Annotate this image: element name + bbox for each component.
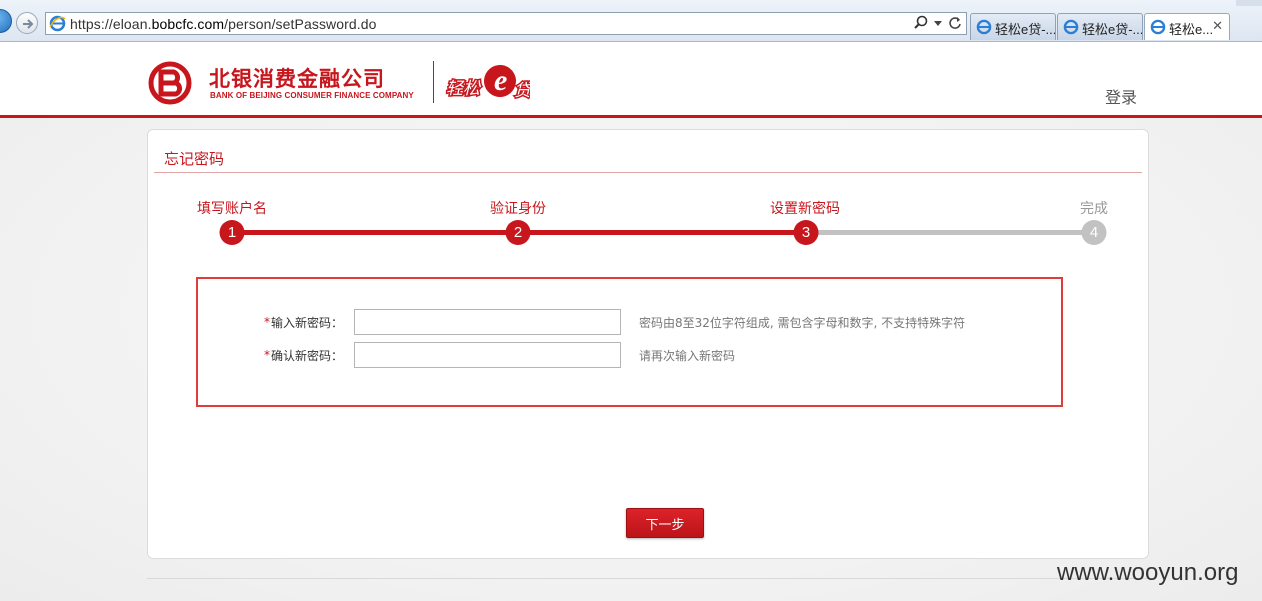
new-password-row: * 输入新密码： 密码由8至32位字符组成, 需包含字母和数字, 不支持特殊字符 [198, 309, 1058, 335]
company-name-en: BANK OF BEIJING CONSUMER FINANCE COMPANY [210, 91, 414, 100]
step-label-3: 设置新密码 [770, 201, 840, 217]
browser-tab-1[interactable]: 轻松e贷-... [970, 13, 1056, 40]
required-mark: * [264, 315, 270, 329]
progress-track-todo [810, 230, 1094, 235]
tab-title: 轻松e... [1169, 22, 1214, 37]
address-bar[interactable]: https://eloan.bobcfc.com/person/setPassw… [45, 12, 967, 35]
confirm-password-hint: 请再次输入新密码 [639, 349, 736, 363]
url-text: https://eloan.bobcfc.com/person/setPassw… [70, 16, 377, 32]
browser-tab-2[interactable]: 轻松e贷-... [1057, 13, 1143, 40]
ie-tab-icon [1063, 19, 1079, 35]
tab-title: 轻松e贷-... [1082, 22, 1143, 37]
search-icon[interactable] [913, 15, 928, 30]
logo-divider [433, 61, 434, 103]
step-number-3: 3 [793, 220, 819, 245]
step-number-4: 4 [1081, 220, 1107, 245]
new-password-hint: 密码由8至32位字符组成, 需包含字母和数字, 不支持特殊字符 [639, 316, 966, 330]
bob-logo-icon [148, 61, 192, 105]
step-label-1: 填写账户名 [197, 201, 267, 217]
back-button[interactable] [0, 9, 12, 33]
browser-toolbar: https://eloan.bobcfc.com/person/setPassw… [0, 0, 1262, 42]
confirm-password-row: * 确认新密码： 请再次输入新密码 [198, 342, 1058, 368]
step-label-2: 验证身份 [490, 201, 546, 217]
footer-rule [147, 578, 1149, 579]
dropdown-caret-icon[interactable] [934, 19, 942, 27]
tab-title: 轻松e贷-... [995, 22, 1056, 37]
forward-arrow-icon [23, 19, 34, 29]
refresh-icon[interactable] [948, 16, 962, 30]
ie-tab-icon [976, 19, 992, 35]
svg-text:e: e [494, 64, 507, 97]
progress-steps: 填写账户名 1 验证身份 2 设置新密码 3 完成 4 [148, 190, 1148, 250]
brand-text-qingsong: 轻松 [446, 79, 482, 99]
close-tab-icon[interactable]: ✕ [1212, 18, 1223, 34]
window-frame-corner [1236, 0, 1262, 6]
forgot-password-card: 忘记密码 填写账户名 1 验证身份 2 设置新密码 3 完成 4 * 输入新密码… [147, 129, 1149, 559]
new-password-label: 输入新密码： [271, 316, 344, 330]
next-step-button[interactable]: 下一步 [626, 508, 704, 538]
confirm-password-label: 确认新密码： [271, 349, 344, 363]
new-password-input[interactable] [354, 309, 621, 335]
browser-tab-active[interactable]: 轻松e... ✕ [1144, 13, 1230, 40]
forward-button[interactable] [16, 12, 38, 34]
login-link[interactable]: 登录 [1105, 84, 1137, 108]
site-header: 北银消费金融公司 BANK OF BEIJING CONSUMER FINANC… [0, 43, 1262, 117]
brand-text-dai: 贷 [514, 81, 530, 101]
ie-page-icon [49, 15, 66, 32]
card-title: 忘记密码 [164, 150, 225, 168]
watermark: www.wooyun.org [1057, 559, 1239, 586]
card-title-rule [154, 172, 1142, 173]
required-mark: * [264, 348, 270, 362]
new-password-form: * 输入新密码： 密码由8至32位字符组成, 需包含字母和数字, 不支持特殊字符… [196, 277, 1063, 407]
confirm-password-input[interactable] [354, 342, 621, 368]
step-number-1: 1 [219, 220, 245, 245]
ie-tab-icon [1150, 19, 1166, 35]
step-number-2: 2 [505, 220, 531, 245]
company-name-cn: 北银消费金融公司 [209, 67, 385, 91]
qingsong-edai-logo: e 轻松 贷 [445, 64, 531, 103]
step-label-4: 完成 [1080, 201, 1108, 217]
